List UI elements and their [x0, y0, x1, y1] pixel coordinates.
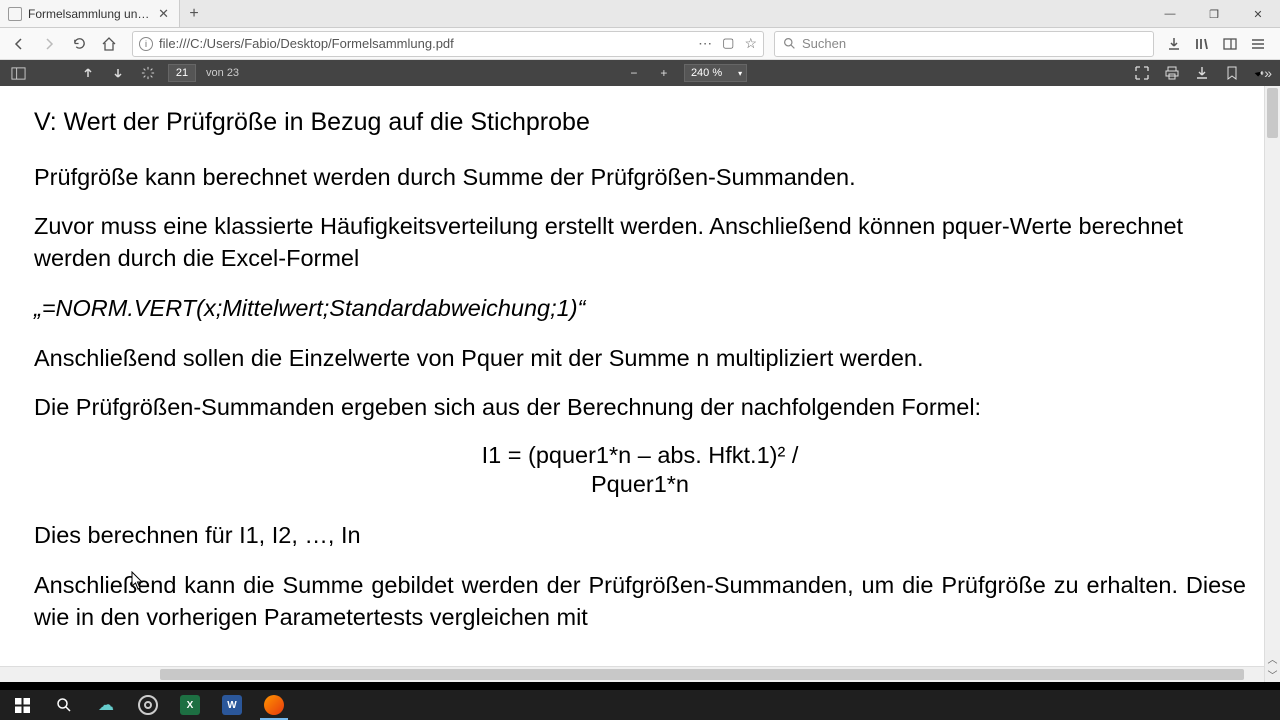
page-down-button[interactable]	[108, 63, 128, 83]
search-box[interactable]: Suchen	[774, 31, 1154, 57]
forward-button[interactable]	[36, 31, 62, 57]
close-window-button[interactable]: ✕	[1236, 0, 1280, 28]
print-button[interactable]	[1162, 63, 1182, 83]
paragraph: Anschließend sollen die Einzelwerte von …	[34, 343, 1246, 375]
scroll-down-icon[interactable]: ﹀	[1265, 666, 1280, 682]
menu-icon[interactable]	[1250, 36, 1266, 52]
tab-title: Formelsammlung und Hilfsmittel S…	[28, 7, 150, 21]
formula-line-2: Pquer1*n	[34, 471, 1246, 498]
new-tab-button[interactable]: +	[180, 0, 208, 27]
download-pdf-button[interactable]	[1192, 63, 1212, 83]
reader-mode-icon[interactable]: ▢	[722, 35, 734, 52]
pdf-viewport[interactable]: V: Wert der Prüfgröße in Bezug auf die S…	[0, 86, 1280, 682]
taskbar-app-word[interactable]: W	[212, 690, 252, 720]
bookmark-star-icon[interactable]: ☆	[744, 35, 757, 52]
pdf-favicon	[8, 7, 22, 21]
maximize-button[interactable]: ❐	[1192, 0, 1236, 28]
window-border	[0, 682, 1280, 690]
paragraph: Dies berechnen für I1, I2, …, In	[34, 520, 1246, 552]
window-controls: — ❐ ✕	[1148, 0, 1280, 27]
taskbar: ☁ X W	[0, 690, 1280, 720]
taskbar-app-firefox[interactable]	[254, 690, 294, 720]
site-info-icon[interactable]: i	[139, 37, 153, 51]
minimize-button[interactable]: —	[1148, 0, 1192, 28]
zoom-out-button[interactable]: −	[624, 63, 644, 83]
taskbar-search-button[interactable]	[44, 690, 84, 720]
home-button[interactable]	[96, 31, 122, 57]
vertical-scrollbar[interactable]: ︿ ﹀	[1264, 86, 1280, 682]
paragraph: Zuvor muss eine klassierte Häufigkeitsve…	[34, 211, 1246, 274]
firefox-icon	[264, 695, 284, 715]
page-number-input[interactable]	[168, 64, 196, 82]
pdf-toolbar: von 23 − + 240 % ▾ »	[0, 60, 1280, 86]
pdf-page-content: V: Wert der Prüfgröße in Bezug auf die S…	[0, 86, 1280, 633]
close-tab-icon[interactable]: ✕	[156, 6, 171, 22]
hscroll-thumb[interactable]	[160, 669, 1244, 680]
zoom-in-button[interactable]: +	[654, 63, 674, 83]
start-button[interactable]	[2, 690, 42, 720]
obs-icon	[138, 695, 158, 715]
back-button[interactable]	[6, 31, 32, 57]
tools-button[interactable]: »	[1252, 63, 1272, 83]
paragraph: Prüfgröße kann berechnet werden durch Su…	[34, 162, 1246, 194]
search-placeholder: Suchen	[802, 36, 846, 51]
taskbar-app-weather[interactable]: ☁	[86, 690, 126, 720]
browser-tab[interactable]: Formelsammlung und Hilfsmittel S… ✕	[0, 0, 180, 27]
horizontal-scrollbar[interactable]	[0, 666, 1264, 682]
formula-line-1: I1 = (pquer1*n – abs. Hfkt.1)² /	[34, 442, 1246, 469]
sidebar-icon[interactable]	[1222, 36, 1238, 52]
page-count-label: von 23	[206, 67, 239, 79]
library-icon[interactable]	[1194, 36, 1210, 52]
reload-button[interactable]	[66, 31, 92, 57]
scroll-up-icon[interactable]: ︿	[1265, 650, 1280, 666]
page-actions-icon[interactable]: ⋯	[698, 35, 712, 52]
paragraph: Die Prüfgrößen-Summanden ergeben sich au…	[34, 392, 1246, 424]
scroll-thumb[interactable]	[1267, 88, 1278, 138]
url-text: file:///C:/Users/Fabio/Desktop/Formelsam…	[159, 36, 692, 51]
search-icon	[783, 37, 796, 50]
paragraph: Anschließend kann die Summe gebildet wer…	[34, 570, 1246, 633]
tab-bar: Formelsammlung und Hilfsmittel S… ✕ + — …	[0, 0, 1280, 28]
page-up-button[interactable]	[78, 63, 98, 83]
presentation-mode-button[interactable]	[1132, 63, 1152, 83]
formula-excel: „=NORM.VERT(x;Mittelwert;Standardabweich…	[34, 293, 1246, 325]
toggle-sidebar-button[interactable]	[8, 63, 28, 83]
chevron-down-icon: ▾	[738, 69, 742, 78]
cloud-icon: ☁	[98, 695, 114, 715]
taskbar-app-excel[interactable]: X	[170, 690, 210, 720]
address-bar: i file:///C:/Users/Fabio/Desktop/Formels…	[0, 28, 1280, 60]
word-icon: W	[222, 695, 242, 715]
toolbar-icons	[1158, 36, 1274, 52]
zoom-select[interactable]: 240 % ▾	[684, 64, 747, 82]
taskbar-app-obs[interactable]	[128, 690, 168, 720]
loading-icon	[138, 63, 158, 83]
excel-icon: X	[180, 695, 200, 715]
downloads-icon[interactable]	[1166, 36, 1182, 52]
url-box[interactable]: i file:///C:/Users/Fabio/Desktop/Formels…	[132, 31, 764, 57]
bookmark-button[interactable]	[1222, 63, 1242, 83]
heading: V: Wert der Prüfgröße in Bezug auf die S…	[34, 106, 1246, 140]
